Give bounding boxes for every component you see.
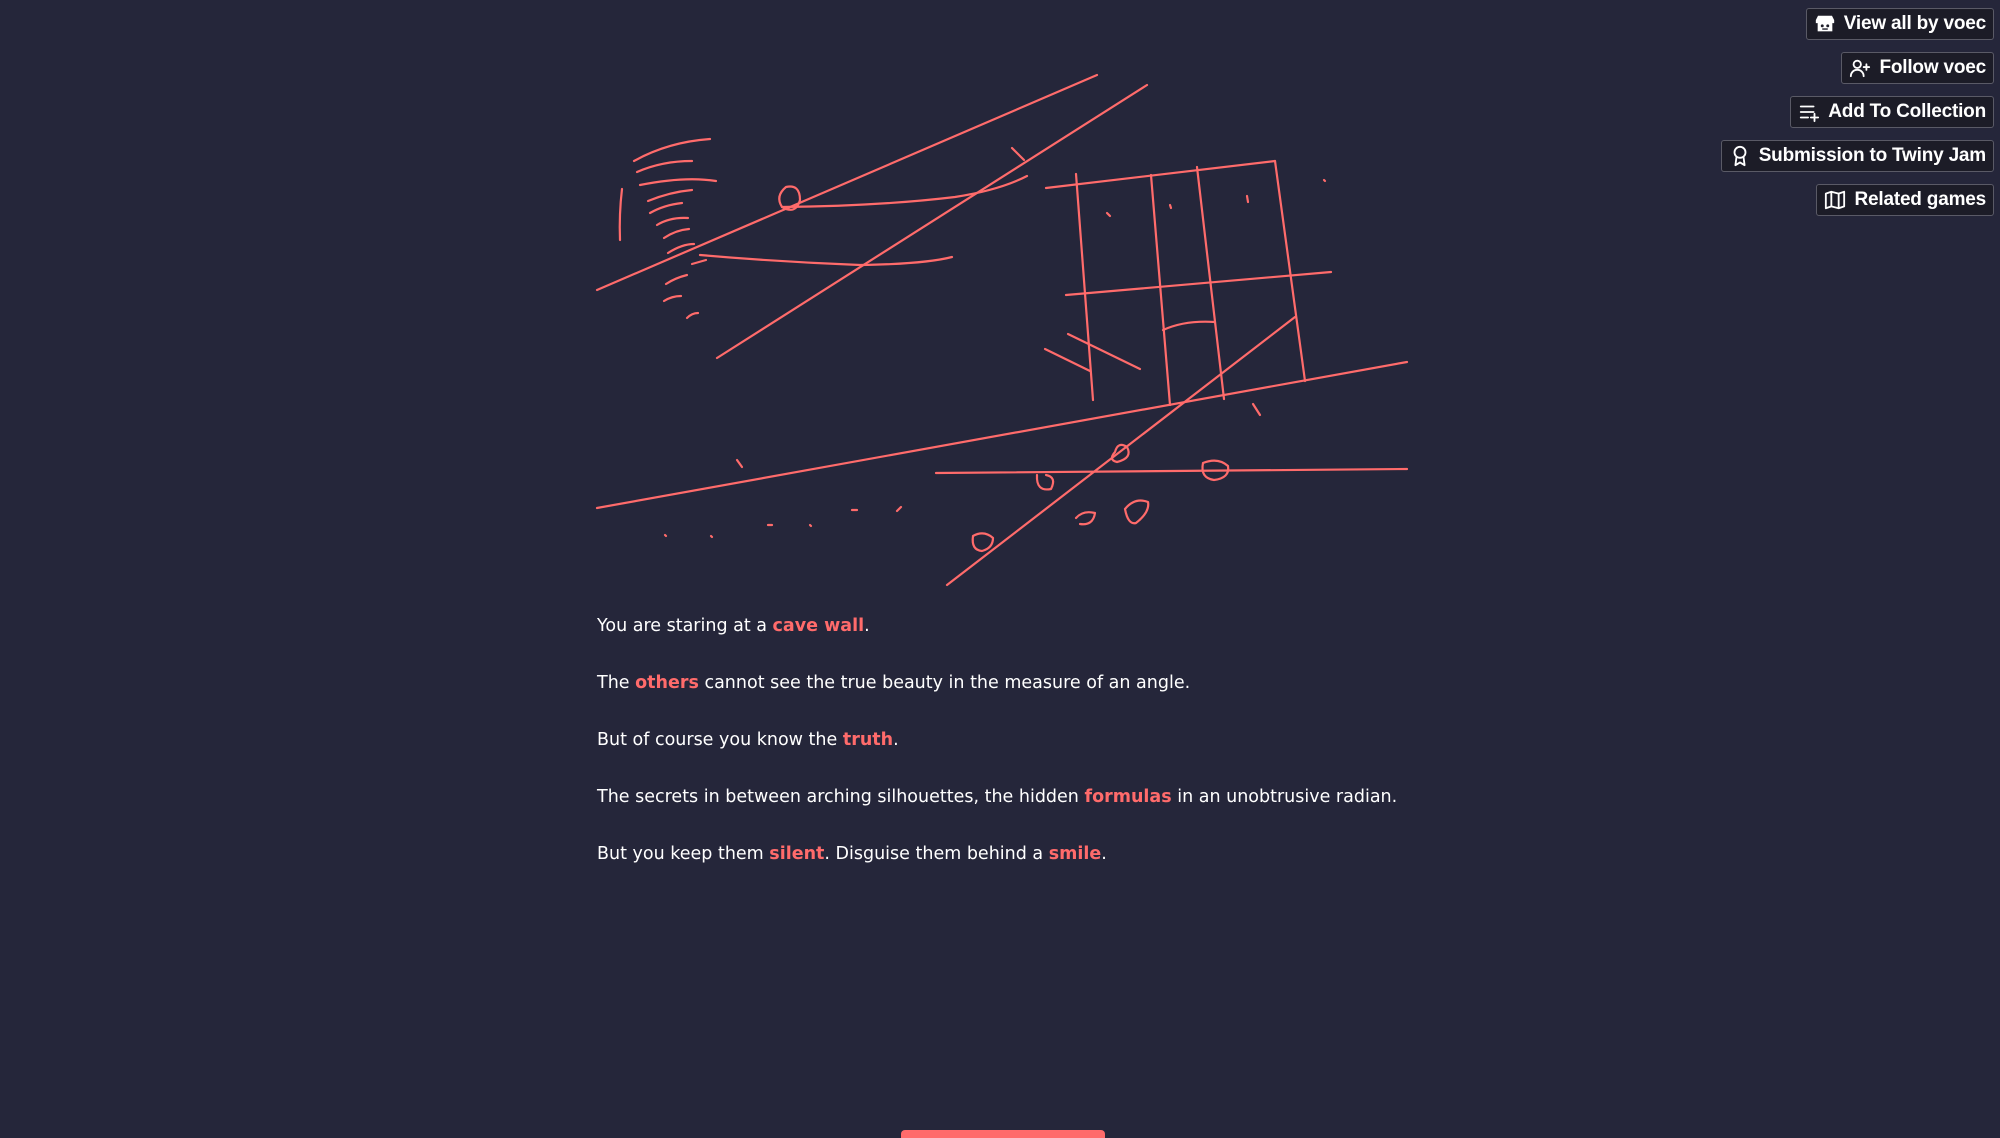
user-plus-icon: [1849, 57, 1871, 79]
view-all-label: View all by voec: [1843, 13, 1986, 34]
jam-submission-button[interactable]: Submission to Twiny Jam: [1720, 140, 1994, 172]
story-paragraph-1: You are staring at a cave wall.: [597, 616, 870, 636]
story-paragraph-2: The others cannot see the true beauty in…: [597, 673, 1191, 693]
follow-label: Follow voec: [1879, 57, 1986, 78]
hatch-marks: [618, 137, 718, 320]
keyword-link[interactable]: truth: [843, 730, 893, 750]
view-all-button[interactable]: View all by voec: [1805, 8, 1994, 40]
award-ribbon-icon: [1729, 145, 1751, 167]
follow-button[interactable]: Follow voec: [1841, 52, 1994, 84]
game-actions-panel: View all by voec Follow voec Add To Coll…: [1720, 8, 1994, 216]
story-text: You are staring at a cave wall. The othe…: [597, 613, 1497, 898]
story-paragraph-4: The secrets in between arching silhouett…: [597, 787, 1398, 807]
keyword-link[interactable]: formulas: [1084, 787, 1171, 807]
cave-wall-drawing: [590, 60, 1420, 600]
itchio-icon: [1814, 13, 1836, 35]
keyword-link[interactable]: cave wall: [773, 616, 865, 636]
related-games-button[interactable]: Related games: [1816, 184, 1994, 216]
story-paragraph-3: But of course you know the truth.: [597, 730, 899, 750]
list-plus-icon: [1798, 101, 1820, 123]
keyword-link[interactable]: silent: [769, 844, 824, 864]
add-to-collection-label: Add To Collection: [1828, 101, 1986, 122]
map-icon: [1824, 189, 1846, 211]
related-games-label: Related games: [1854, 189, 1986, 210]
keyword-link[interactable]: smile: [1049, 844, 1102, 864]
keyword-link[interactable]: others: [635, 673, 699, 693]
add-to-collection-button[interactable]: Add To Collection: [1790, 96, 1994, 128]
bottom-button-edge[interactable]: [901, 1130, 1105, 1138]
jam-submission-label: Submission to Twiny Jam: [1758, 145, 1987, 166]
story-paragraph-5: But you keep them silent. Disguise them …: [597, 844, 1107, 864]
